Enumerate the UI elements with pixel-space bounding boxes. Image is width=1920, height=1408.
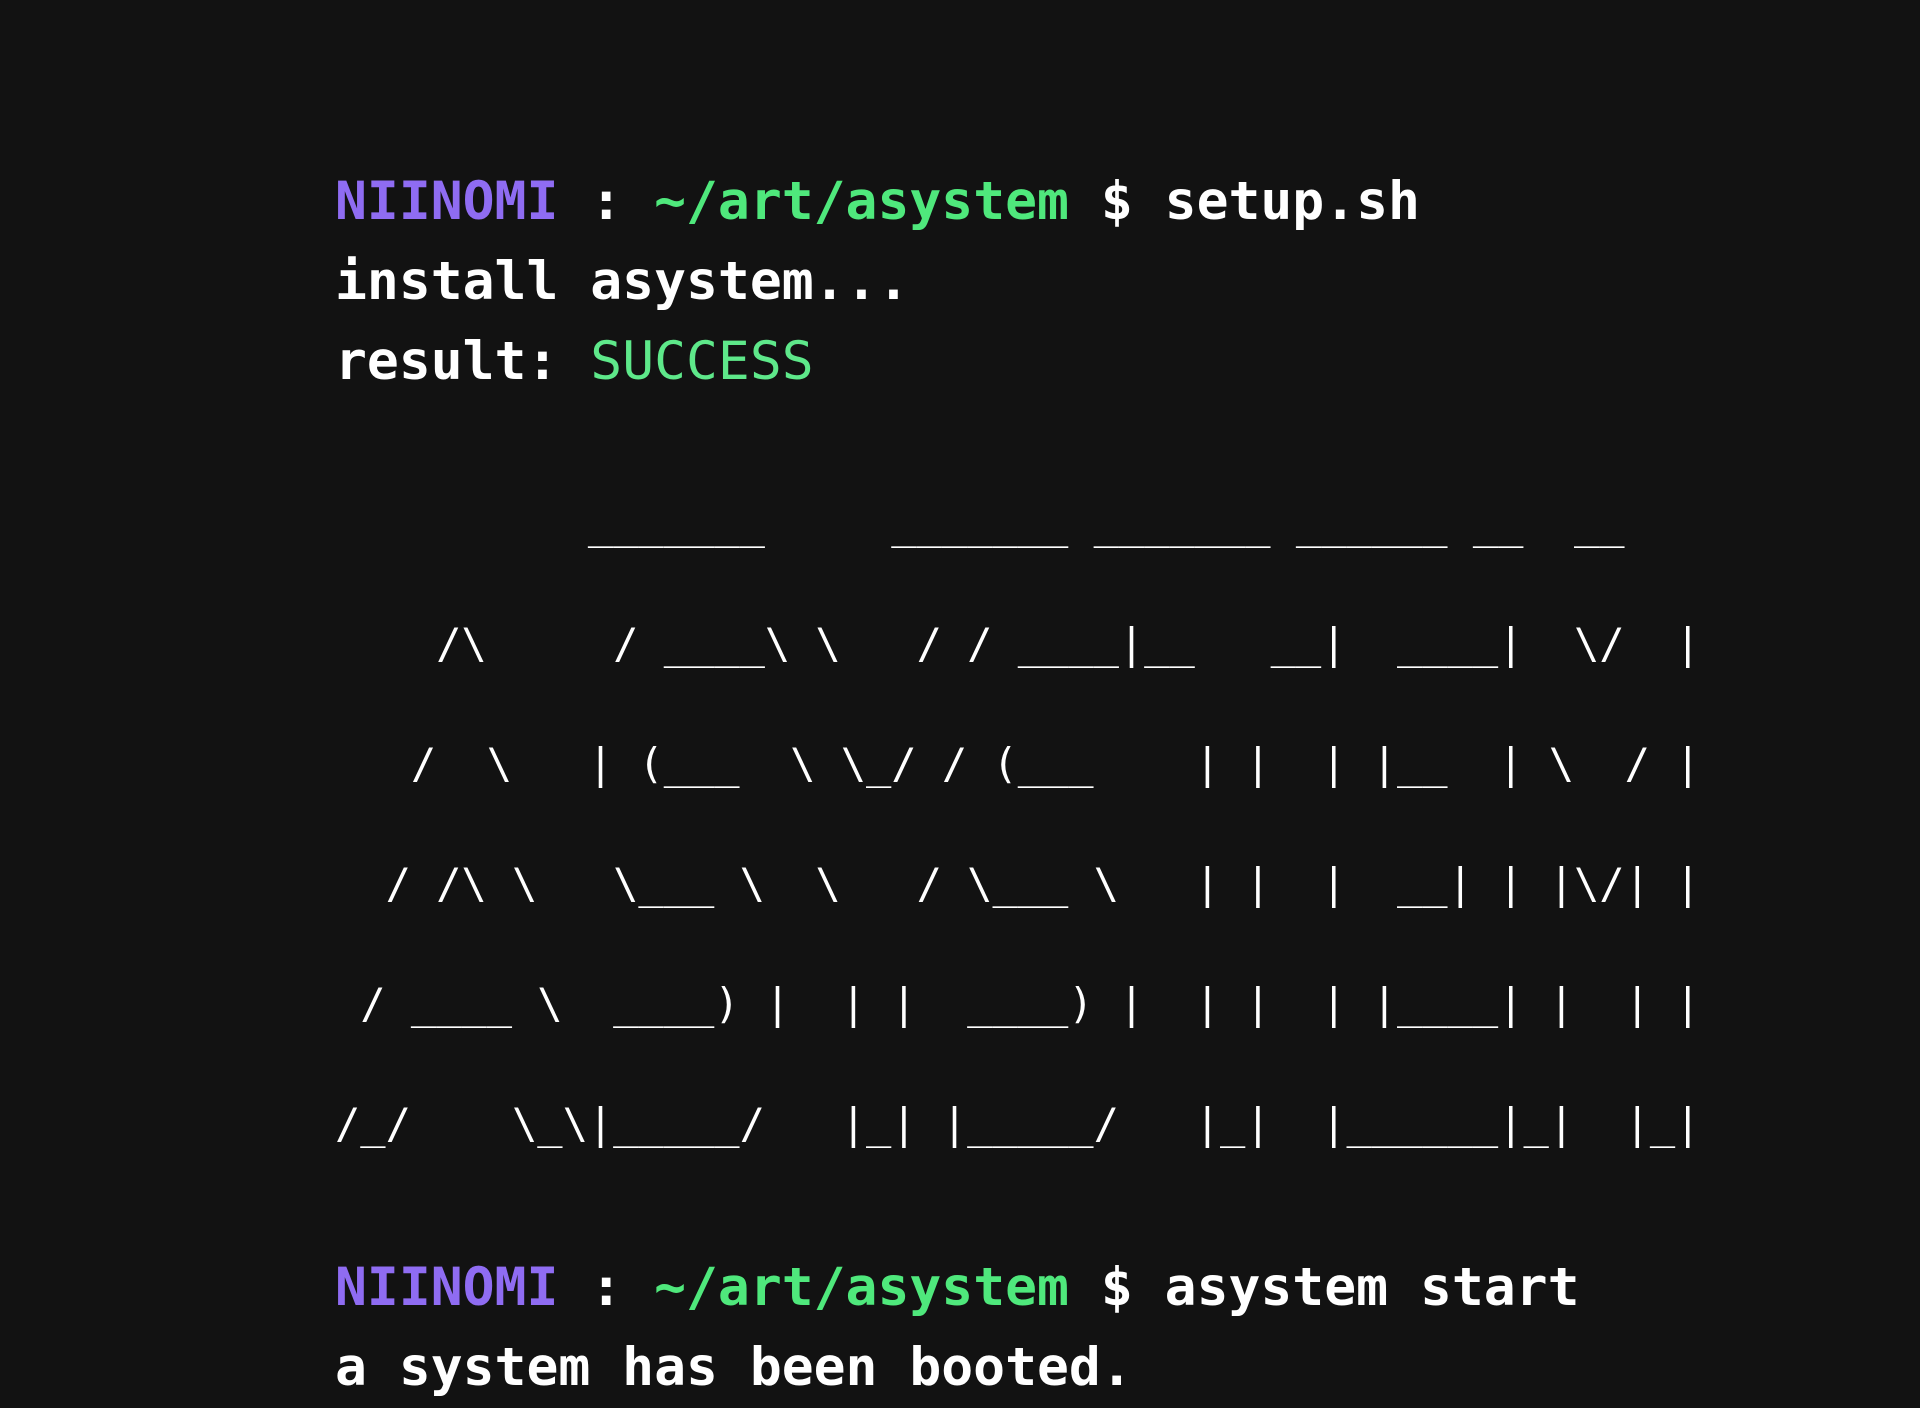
install-output: install asystem... (335, 251, 910, 312)
result-label: result: (335, 331, 591, 392)
prompt-line-2: NIINOMI : ~/art/asystem $ asystem start (335, 1248, 1885, 1328)
booted-output: a system has been booted. (335, 1337, 1133, 1398)
prompt-dollar: $ (1068, 171, 1165, 232)
ascii-row: /_/ \_\|_____/ |_| |_____/ |_| |______|_… (335, 1099, 1701, 1148)
status-success: SUCCESS (590, 331, 814, 392)
prompt-user: NIINOMI (335, 171, 559, 232)
prompt-line-1: NIINOMI : ~/art/asystem $ setup.sh (335, 162, 1885, 242)
ascii-row: / /\ \ \___ \ \ / \___ \ | | | __| | |\/… (335, 859, 1701, 908)
ascii-row: /\ / ____\ \ / / ____|__ __| ____| \/ | (335, 619, 1701, 668)
prompt-separator: : (558, 171, 655, 232)
prompt-path: ~/art/asystem (654, 171, 1069, 232)
prompt-separator: : (558, 1257, 655, 1318)
prompt-user: NIINOMI (335, 1257, 559, 1318)
ascii-row: / \ | (___ \ \_/ / (___ | | | |__ | \ / … (335, 739, 1701, 788)
result-line: result: SUCCESS (335, 322, 1885, 402)
terminal-content: NIINOMI : ~/art/asystem $ setup.sh insta… (335, 162, 1885, 1408)
ascii-row: / ____ \ ____) | | | ____) | | | | |____… (335, 979, 1701, 1028)
prompt-dollar: $ (1068, 1257, 1165, 1318)
ascii-logo: _______ _______ _______ ______ __ __ /\ … (335, 424, 1885, 1224)
prompt-path: ~/art/asystem (654, 1257, 1069, 1318)
ascii-row: _______ _______ _______ ______ __ __ (335, 499, 1625, 548)
terminal-window: NIINOMI : ~/art/asystem $ setup.sh insta… (0, 0, 1920, 1398)
command-text: asystem start (1164, 1257, 1580, 1318)
command-text: setup.sh (1164, 171, 1420, 232)
